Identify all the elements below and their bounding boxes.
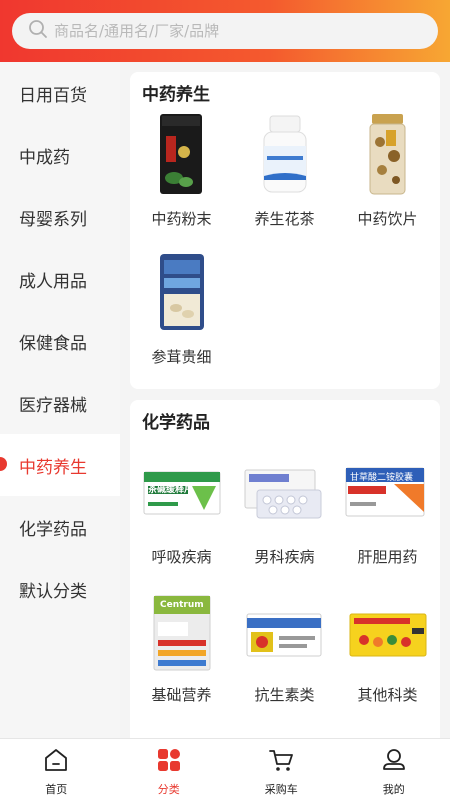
product-tile[interactable]: 中药饮片 — [336, 72, 439, 228]
product-tile[interactable]: 甘草酸二铵胶囊 肝胆用药 — [336, 410, 439, 566]
home-icon — [43, 747, 69, 777]
tab-profile[interactable]: 我的 — [338, 739, 450, 800]
category-content: 中药养生 中药粉末 养生花茶 中药饮片 参茸贵细 化学药品 茶碱缓释片 呼吸疾病… — [120, 62, 450, 738]
sidebar-item-tcm-wellness[interactable]: 中药养生 — [0, 434, 120, 496]
sidebar-item-daily-goods[interactable]: 日用百货 — [0, 62, 120, 124]
search-bar[interactable] — [12, 13, 438, 49]
sidebar-item-chemical-drugs[interactable]: 化学药品 — [0, 496, 120, 558]
antibiotic-box-icon — [243, 588, 325, 672]
product-tile[interactable]: 茶碱缓释片 呼吸疾病 — [130, 410, 233, 566]
sidebar-item-adult-products[interactable]: 成人用品 — [0, 248, 120, 310]
cart-icon — [268, 747, 294, 777]
section-card-chemical: 化学药品 茶碱缓释片 呼吸疾病 男科疾病 甘草酸二铵胶囊 肝胆用药 Centru… — [130, 400, 440, 738]
header-bar — [0, 0, 450, 62]
product-tile[interactable]: 抗生素类 — [233, 548, 336, 704]
product-name: 中药饮片 — [357, 210, 418, 228]
medicine-box-red-icon: 甘草酸二铵胶囊 — [344, 450, 428, 534]
sidebar-item-label: 中成药 — [19, 147, 70, 168]
sidebar-item-label: 成人用品 — [19, 271, 87, 292]
user-icon — [381, 747, 407, 777]
category-icon — [156, 747, 182, 777]
tab-cart[interactable]: 采购车 — [225, 739, 338, 800]
sidebar-item-mother-baby[interactable]: 母婴系列 — [0, 186, 120, 248]
sidebar-item-default[interactable]: 默认分类 — [0, 558, 120, 620]
product-tile[interactable]: 其他科类 — [336, 548, 439, 704]
herb-jar-icon — [356, 112, 419, 196]
tab-label: 采购车 — [264, 783, 298, 796]
box-label: Centrum — [160, 600, 204, 610]
product-name: 抗生素类 — [254, 686, 315, 704]
sidebar-item-label: 中药养生 — [19, 457, 87, 478]
product-name: 养生花茶 — [254, 210, 315, 228]
category-sidebar: 日用百货 中成药 母婴系列 成人用品 保健食品 医疗器械 中药养生 化学药品 默… — [0, 62, 120, 738]
product-tile[interactable]: 养生花茶 — [233, 72, 336, 228]
tab-label: 分类 — [157, 783, 180, 796]
tab-label: 首页 — [45, 783, 68, 796]
section-card-tcm: 中药养生 中药粉末 养生花茶 中药饮片 参茸贵细 — [130, 72, 440, 389]
tab-label: 我的 — [382, 783, 405, 796]
sidebar-item-label: 默认分类 — [19, 581, 87, 602]
sidebar-item-label: 医疗器械 — [19, 395, 87, 416]
ginseng-pack-icon — [150, 250, 213, 334]
pill-bottle-icon — [253, 112, 316, 196]
product-name: 其他科类 — [357, 686, 418, 704]
sidebar-item-label: 化学药品 — [19, 519, 87, 540]
tab-category[interactable]: 分类 — [113, 739, 226, 800]
sidebar-item-chinese-patent-medicine[interactable]: 中成药 — [0, 124, 120, 186]
vitamin-box-icon: Centrum — [144, 588, 220, 672]
medicine-box-green-icon: 茶碱缓释片 — [142, 450, 222, 534]
sidebar-item-label: 保健食品 — [19, 333, 87, 354]
medicine-box-yellow-icon — [348, 588, 428, 672]
tab-home[interactable]: 首页 — [0, 739, 113, 800]
product-tile[interactable]: 参茸贵细 — [130, 210, 233, 366]
bottom-tab-bar: 首页 分类 采购车 我的 — [0, 738, 450, 800]
product-tile[interactable]: 男科疾病 — [233, 410, 336, 566]
search-input[interactable] — [54, 22, 414, 40]
blister-pack-icon — [243, 450, 325, 534]
sidebar-item-medical-devices[interactable]: 医疗器械 — [0, 372, 120, 434]
tea-can-icon — [150, 112, 213, 196]
sidebar-item-label: 母婴系列 — [19, 209, 87, 230]
box-label: 甘草酸二铵胶囊 — [350, 473, 414, 483]
product-tile[interactable]: Centrum 基础营养 — [130, 548, 233, 704]
active-indicator — [0, 457, 7, 471]
search-icon — [28, 19, 48, 43]
product-name: 基础营养 — [151, 686, 212, 704]
product-tile[interactable]: 中药粉末 — [130, 72, 233, 228]
sidebar-item-health-food[interactable]: 保健食品 — [0, 310, 120, 372]
sidebar-item-label: 日用百货 — [19, 85, 87, 106]
box-label: 茶碱缓释片 — [148, 485, 194, 495]
product-name: 参茸贵细 — [151, 348, 212, 366]
